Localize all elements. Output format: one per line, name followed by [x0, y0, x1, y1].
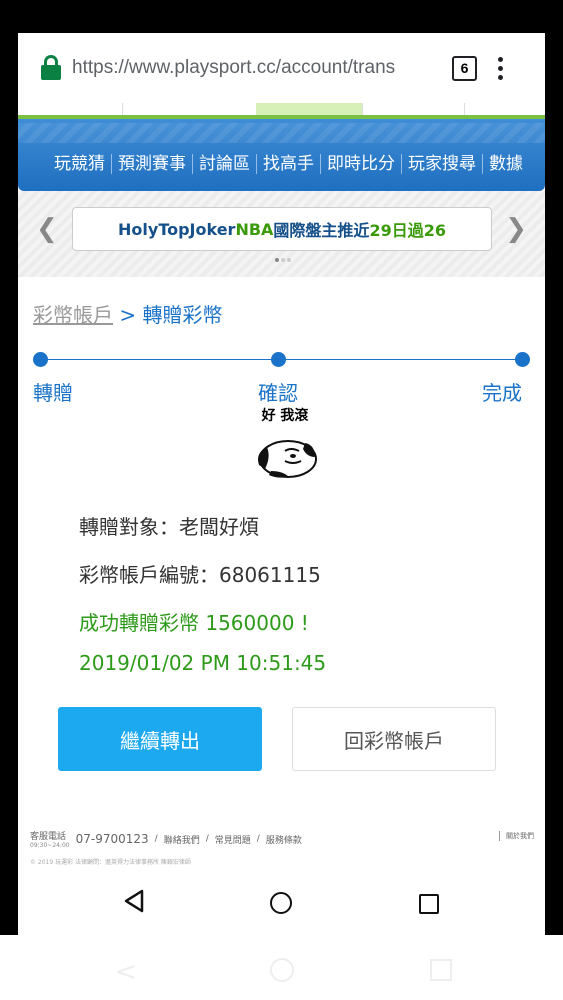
step-dot-complete — [515, 352, 530, 367]
nav-item-data[interactable]: 數據 — [483, 154, 529, 174]
account-number-text: 彩幣帳戶編號：68061115 — [79, 563, 321, 587]
nav-item-predict[interactable]: 預測賽事 — [112, 154, 193, 174]
footer-link-faq[interactable]: 常見問題 — [215, 833, 251, 846]
success-message: 成功轉贈彩幣 1560000 ! — [79, 611, 309, 635]
breadcrumb-parent-link[interactable]: 彩幣帳戶 — [33, 303, 113, 327]
status-bar — [0, 0, 563, 33]
phone-number[interactable]: 07-9700123 — [76, 832, 149, 846]
url-bar[interactable]: https://www.playsport.cc/account/trans 6 — [18, 33, 545, 103]
browser-menu-icon[interactable] — [497, 56, 503, 80]
ghost-back-icon: < — [115, 957, 137, 987]
footer-link-contact[interactable]: 聯絡我們 — [164, 833, 200, 846]
tab-switcher-button[interactable]: 6 — [452, 55, 477, 81]
breadcrumb-current: 轉贈彩幣 — [142, 303, 223, 327]
promo-banner[interactable]: HolyTopJoker NBA 國際盤主推近 29日過26 — [72, 207, 492, 251]
home-icon[interactable] — [270, 892, 292, 914]
step-dot-confirm — [271, 352, 286, 367]
nav-item-forum[interactable]: 討論區 — [193, 154, 257, 174]
chevron-left-icon[interactable]: ❮ — [36, 214, 58, 244]
breadcrumb-separator: > — [113, 303, 143, 327]
continue-transfer-button[interactable]: 繼續轉出 — [58, 707, 262, 771]
meme-image: 好 我滾 — [249, 405, 321, 487]
promo-carousel: ❮ HolyTopJoker NBA 國際盤主推近 29日過26 ❯ — [18, 191, 545, 277]
breadcrumb: 彩幣帳戶 > 轉贈彩幣 — [18, 277, 545, 347]
browser-screen: https://www.playsport.cc/account/trans 6… — [18, 33, 545, 935]
chevron-right-icon[interactable]: ❯ — [505, 214, 527, 244]
footer-link-about[interactable]: 關於我們 — [499, 831, 534, 841]
ghost-home-icon — [270, 958, 294, 982]
site-header-partial — [18, 103, 545, 115]
recent-apps-icon[interactable] — [419, 894, 439, 914]
site-footer: 客服電話 09:30~24:00 07-9700123 / 聯絡我們 / 常見問… — [30, 829, 534, 866]
progress-steps: 轉贈 確認 完成 — [18, 347, 545, 409]
back-icon[interactable] — [122, 888, 146, 914]
url-text[interactable]: https://www.playsport.cc/account/trans — [72, 57, 440, 79]
back-to-account-button[interactable]: 回彩幣帳戶 — [292, 707, 496, 771]
ghost-nav-bar: < — [0, 935, 563, 1000]
meme-caption: 好 我滾 — [261, 408, 309, 424]
android-nav-bar — [18, 868, 545, 934]
lock-icon — [40, 55, 62, 81]
recipient-text: 轉贈對象：老闆好煩 — [79, 515, 259, 539]
phone-label: 客服電話 — [30, 832, 67, 842]
panda-face-icon — [258, 440, 317, 478]
step-dot-transfer — [33, 352, 48, 367]
nav-item-guess[interactable]: 玩競猜 — [48, 154, 112, 174]
copyright-text: © 2019 玩運彩 法律顧問：滙英得力法律事務所 陳銀宏律師 — [30, 859, 191, 866]
step-label-transfer: 轉贈 — [33, 381, 73, 405]
carousel-indicator — [275, 258, 291, 262]
nav-item-livescore[interactable]: 即時比分 — [321, 154, 402, 174]
step-label-complete: 完成 — [482, 381, 522, 405]
nav-item-player-search[interactable]: 玩家搜尋 — [402, 154, 483, 174]
service-hours: 09:30~24:00 — [30, 842, 70, 849]
step-label-confirm: 確認 — [258, 381, 298, 405]
transfer-timestamp: 2019/01/02 PM 10:51:45 — [79, 651, 327, 675]
main-nav: 玩競猜 預測賽事 討論區 找高手 即時比分 玩家搜尋 數據 — [18, 119, 545, 191]
nav-item-experts[interactable]: 找高手 — [257, 154, 321, 174]
footer-link-terms[interactable]: 服務條款 — [266, 833, 302, 846]
ghost-recent-icon — [430, 959, 452, 981]
